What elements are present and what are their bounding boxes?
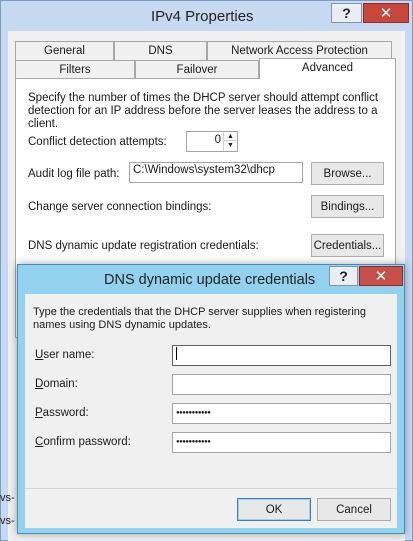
bindings-label: Change server connection bindings: xyxy=(28,201,212,213)
domain-label: Domain: xyxy=(35,378,78,390)
spinner-arrows[interactable]: ▲ ▼ xyxy=(223,132,237,151)
credentials-label: DNS dynamic update registration credenti… xyxy=(28,240,259,252)
close-icon: ✕ xyxy=(374,268,388,285)
conflict-detection-label: Conflict detection attempts: xyxy=(28,136,167,148)
conflict-detection-value: 0 xyxy=(214,134,221,146)
tab-label: General xyxy=(44,45,85,57)
help-icon: ? xyxy=(342,5,351,21)
tab-label: Network Access Protection xyxy=(231,45,368,57)
dialog-title: DNS dynamic update credentials xyxy=(104,272,316,288)
confirm-password-input[interactable]: ●●●●●●●●●●● xyxy=(172,432,391,453)
bindings-button[interactable]: Bindings... xyxy=(311,195,384,218)
username-input[interactable] xyxy=(172,345,391,366)
dialog-close-button[interactable]: ✕ xyxy=(359,266,403,286)
tab-label: Advanced xyxy=(301,62,354,74)
tab-dns[interactable]: DNS xyxy=(114,41,207,60)
cancel-button[interactable]: Cancel xyxy=(317,498,391,521)
password-input[interactable]: ●●●●●●●●●●● xyxy=(172,403,391,424)
dialog-content: Type the credentials that the DHCP serve… xyxy=(25,294,397,528)
password-label-rest: assword: xyxy=(42,407,89,419)
tab-general[interactable]: General xyxy=(15,41,114,60)
background-text-fragment: vs- xyxy=(0,492,15,504)
tab-label: DNS xyxy=(148,45,173,57)
window-title: IPv4 Properties xyxy=(151,8,254,25)
dns-credentials-dialog: DNS dynamic update credentials ? ✕ Type … xyxy=(17,264,405,534)
help-icon: ? xyxy=(339,268,348,284)
username-label-rest: ser name: xyxy=(43,349,95,361)
dialog-help-button[interactable]: ? xyxy=(329,266,358,286)
tab-advanced[interactable]: Advanced xyxy=(259,58,396,79)
help-button[interactable]: ? xyxy=(331,3,362,23)
password-label-key: P xyxy=(35,407,43,419)
spinner-up-icon[interactable]: ▲ xyxy=(224,132,237,141)
close-icon: ✕ xyxy=(379,5,393,22)
ok-button[interactable]: OK xyxy=(237,498,311,521)
password-label: Password: xyxy=(35,407,89,419)
audit-log-path-input[interactable]: C:\Windows\system32\dhcp xyxy=(129,162,303,183)
tab-label: Failover xyxy=(176,64,218,76)
background-text-fragment: vs- xyxy=(0,515,15,527)
tab-filters[interactable]: Filters xyxy=(15,60,135,79)
conflict-detection-spinner[interactable]: 0 ▲ ▼ xyxy=(186,131,238,152)
domain-input[interactable] xyxy=(172,374,391,395)
advanced-description: Specify the number of times the DHCP ser… xyxy=(28,92,379,130)
browse-button[interactable]: Browse... xyxy=(311,162,384,185)
username-label: User name: xyxy=(35,349,94,361)
confirm-label-rest: onfirm password: xyxy=(43,436,131,448)
audit-log-label: Audit log file path: xyxy=(28,168,120,180)
domain-label-rest: omain: xyxy=(43,378,78,390)
credentials-button[interactable]: Credentials... xyxy=(311,234,384,257)
close-button[interactable]: ✕ xyxy=(363,3,409,23)
tab-failover[interactable]: Failover xyxy=(135,60,259,79)
confirm-password-label: Confirm password: xyxy=(35,436,131,448)
dialog-description: Type the credentials that the DHCP serve… xyxy=(33,306,367,331)
text-cursor xyxy=(176,347,177,360)
spinner-down-icon[interactable]: ▼ xyxy=(224,141,237,150)
tab-label: Filters xyxy=(59,64,91,76)
